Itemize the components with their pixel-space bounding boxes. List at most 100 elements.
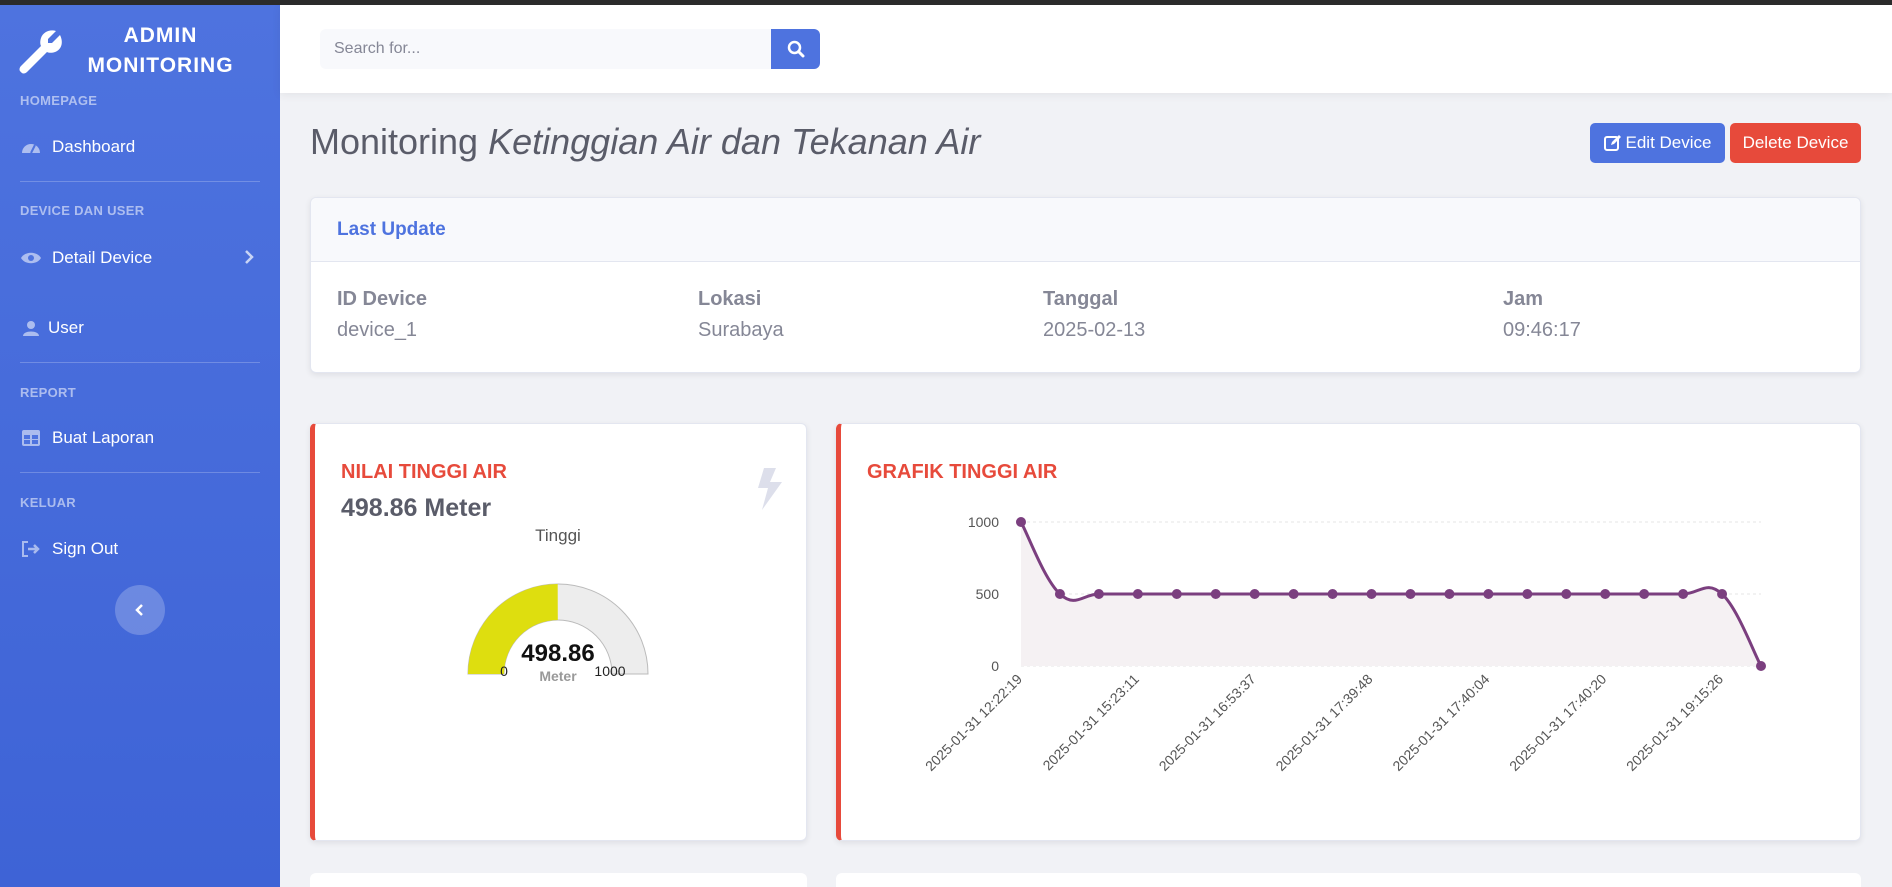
delete-device-label: Delete Device — [1742, 133, 1849, 152]
page-title-italic: Ketinggian Air dan Tekanan Air — [488, 121, 981, 162]
info-jam: Jam 09:46:17 — [1503, 288, 1581, 342]
sidebar-item-label: Sign Out — [52, 539, 119, 558]
info-id-device: ID Device device_1 — [337, 288, 427, 342]
gauge-title: Tinggi — [535, 526, 581, 545]
chart-point — [1639, 589, 1650, 599]
sidebar-divider — [20, 362, 260, 363]
chart-point — [1717, 589, 1728, 599]
chevron-left-icon — [135, 604, 143, 616]
section-report: REPORT — [20, 385, 76, 400]
sidebar-item-label: Dashboard — [52, 137, 136, 156]
chart-point — [1288, 589, 1299, 599]
line-chart: 0 500 1000 2025-01-31 12:22:19 2025-01-31 15… — [922, 514, 1766, 774]
y-tick-label: 500 — [976, 586, 1000, 602]
bottom-card-left — [310, 873, 807, 887]
x-tick-label: 2025-01-31 17:40:20 — [1506, 671, 1609, 774]
edit-device-button[interactable]: Edit Device — [1590, 123, 1725, 163]
last-update-header: Last Update — [311, 198, 1860, 262]
y-tick-label: 1000 — [968, 514, 999, 530]
brand-line-1: ADMIN — [123, 24, 198, 47]
edit-icon — [1603, 135, 1621, 151]
topbar — [280, 5, 1892, 93]
chart-point — [1678, 589, 1689, 599]
sidebar-item-label: Detail Device — [52, 248, 153, 267]
brand-title: ADMIN MONITORING — [78, 21, 243, 81]
delete-device-button[interactable]: Delete Device — [1730, 123, 1861, 163]
sidebar-toggle-button[interactable] — [115, 585, 165, 635]
gauge-value: 498.86 — [521, 640, 594, 667]
info-value: 09:46:17 — [1503, 319, 1581, 341]
section-homepage: HOMEPAGE — [20, 93, 98, 108]
info-tanggal: Tanggal 2025-02-13 — [1043, 288, 1145, 342]
section-device-user: DEVICE DAN USER — [20, 203, 145, 218]
chart-point — [1483, 589, 1494, 599]
chart-point — [1561, 589, 1572, 599]
chart-point — [1405, 589, 1416, 599]
chart-point — [1366, 589, 1377, 599]
sidebar-item-sign-out[interactable]: Sign Out — [0, 529, 280, 569]
gauge-max: 1000 — [594, 663, 625, 679]
chart-point — [1132, 589, 1143, 599]
sidebar-divider — [20, 472, 260, 473]
wrench-icon — [19, 30, 62, 74]
page-title: Monitoring Ketinggian Air dan Tekanan Ai… — [310, 121, 980, 163]
sidebar-item-label: Buat Laporan — [52, 428, 155, 447]
chart-point — [1016, 517, 1026, 527]
info-value: Surabaya — [698, 319, 784, 341]
info-label: Lokasi — [698, 288, 762, 310]
table-icon — [20, 428, 42, 448]
gauge-card-value: 498.86 Meter — [341, 494, 492, 522]
last-update-card: Last Update ID Device device_1 Lokasi Su… — [310, 197, 1861, 373]
search-icon — [787, 40, 804, 58]
search-bar — [320, 29, 820, 69]
chart-point — [1756, 661, 1766, 671]
section-logout: KELUAR — [20, 495, 76, 510]
water-level-gauge-card: NILAI TINGGI AIR 498.86 Meter Tinggi 498… — [310, 423, 807, 841]
info-value: 2025-02-13 — [1043, 319, 1146, 341]
info-value: device_1 — [337, 319, 418, 341]
search-input[interactable] — [320, 29, 771, 69]
search-button[interactable] — [771, 29, 820, 69]
brand-line-2: MONITORING — [87, 54, 234, 77]
x-tick-label: 2025-01-31 15:23:11 — [1039, 671, 1142, 774]
gauge-icon — [20, 137, 42, 157]
sign-out-icon — [20, 539, 42, 559]
chart-card-title: GRAFIK TINGGI AIR — [867, 461, 1058, 483]
chart-point — [1054, 589, 1065, 599]
x-tick-label: 2025-01-31 12:22:19 — [922, 671, 1025, 774]
sidebar-divider — [20, 181, 260, 182]
chart-point — [1600, 589, 1611, 599]
sidebar-item-buat-laporan[interactable]: Buat Laporan — [0, 418, 280, 458]
info-label: ID Device — [337, 288, 428, 310]
gauge: Tinggi 498.86 Meter 0 1000 — [467, 526, 649, 684]
gauge-unit: Meter — [539, 668, 577, 684]
chart-point — [1249, 589, 1260, 599]
sidebar-item-label: User — [48, 318, 84, 337]
chevron-right-icon — [244, 249, 254, 270]
x-tick-label: 2025-01-31 19:15:26 — [1623, 671, 1726, 774]
bolt-icon — [758, 468, 782, 510]
water-level-chart-card: GRAFIK TINGGI AIR 0 500 1000 2025-01-31 12:… — [836, 423, 1861, 841]
chart-point — [1522, 589, 1533, 599]
brand[interactable]: ADMIN MONITORING — [0, 5, 280, 85]
sidebar-item-dashboard[interactable]: Dashboard — [0, 127, 280, 167]
chart-point — [1171, 589, 1182, 599]
chart-point — [1327, 589, 1338, 599]
bottom-card-right — [836, 873, 1861, 887]
gauge-card-title: NILAI TINGGI AIR — [341, 461, 507, 483]
chart-point — [1210, 589, 1221, 599]
x-tick-label: 2025-01-31 16:53:37 — [1156, 671, 1259, 774]
app-window: ADMIN MONITORING HOMEPAGE Dashboard DEVI… — [0, 5, 1892, 887]
edit-device-label: Edit Device — [1625, 133, 1712, 152]
user-icon — [20, 318, 42, 338]
sidebar-item-detail-device[interactable]: Detail Device — [0, 238, 280, 278]
chart-point — [1093, 589, 1104, 599]
chart-point — [1444, 589, 1455, 599]
info-label: Tanggal — [1043, 288, 1119, 310]
eye-icon — [20, 248, 42, 268]
gauge-min: 0 — [500, 663, 508, 679]
info-lokasi: Lokasi Surabaya — [698, 288, 784, 342]
info-label: Jam — [1503, 288, 1544, 310]
x-tick-label: 2025-01-31 17:40:04 — [1389, 671, 1492, 774]
sidebar-item-user[interactable]: User — [0, 308, 280, 348]
